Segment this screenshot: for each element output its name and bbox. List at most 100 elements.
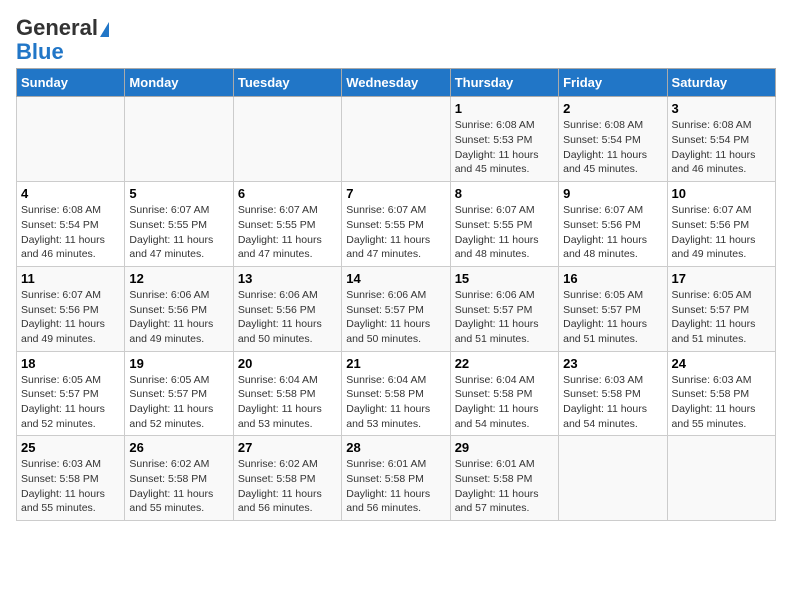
day-number: 2 xyxy=(563,101,662,116)
calendar-cell: 17 Sunrise: 6:05 AM Sunset: 5:57 PM Dayli… xyxy=(667,266,775,351)
calendar-cell xyxy=(125,97,233,182)
calendar-cell: 18 Sunrise: 6:05 AM Sunset: 5:57 PM Dayli… xyxy=(17,351,125,436)
week-row: 25 Sunrise: 6:03 AM Sunset: 5:58 PM Dayli… xyxy=(17,436,776,521)
calendar-cell: 25 Sunrise: 6:03 AM Sunset: 5:58 PM Dayli… xyxy=(17,436,125,521)
day-number: 18 xyxy=(21,356,120,371)
logo-blue: Blue xyxy=(16,39,64,64)
day-number: 25 xyxy=(21,440,120,455)
day-info: Sunrise: 6:04 AM Sunset: 5:58 PM Dayligh… xyxy=(238,373,337,432)
calendar-cell: 10 Sunrise: 6:07 AM Sunset: 5:56 PM Dayli… xyxy=(667,182,775,267)
day-info: Sunrise: 6:03 AM Sunset: 5:58 PM Dayligh… xyxy=(672,373,771,432)
day-number: 28 xyxy=(346,440,445,455)
day-info: Sunrise: 6:03 AM Sunset: 5:58 PM Dayligh… xyxy=(21,457,120,516)
header: General Blue xyxy=(16,16,776,64)
day-info: Sunrise: 6:06 AM Sunset: 5:57 PM Dayligh… xyxy=(455,288,554,347)
day-number: 13 xyxy=(238,271,337,286)
day-number: 26 xyxy=(129,440,228,455)
calendar-cell: 21Sunrise: 6:04 AM Sunset: 5:58 PM Dayli… xyxy=(342,351,450,436)
calendar-cell: 7Sunrise: 6:07 AM Sunset: 5:55 PM Daylig… xyxy=(342,182,450,267)
day-info: Sunrise: 6:05 AM Sunset: 5:57 PM Dayligh… xyxy=(672,288,771,347)
day-info: Sunrise: 6:08 AM Sunset: 5:54 PM Dayligh… xyxy=(672,118,771,177)
day-info: Sunrise: 6:07 AM Sunset: 5:56 PM Dayligh… xyxy=(563,203,662,262)
day-number: 20 xyxy=(238,356,337,371)
day-number: 17 xyxy=(672,271,771,286)
day-info: Sunrise: 6:02 AM Sunset: 5:58 PM Dayligh… xyxy=(238,457,337,516)
day-info: Sunrise: 6:08 AM Sunset: 5:54 PM Dayligh… xyxy=(21,203,120,262)
day-info: Sunrise: 6:07 AM Sunset: 5:55 PM Dayligh… xyxy=(455,203,554,262)
calendar-cell: 5 Sunrise: 6:07 AM Sunset: 5:55 PM Daylig… xyxy=(125,182,233,267)
week-row: 18 Sunrise: 6:05 AM Sunset: 5:57 PM Dayli… xyxy=(17,351,776,436)
day-info: Sunrise: 6:03 AM Sunset: 5:58 PM Dayligh… xyxy=(563,373,662,432)
calendar-cell xyxy=(17,97,125,182)
week-row: 4 Sunrise: 6:08 AM Sunset: 5:54 PM Daylig… xyxy=(17,182,776,267)
calendar-cell: 19 Sunrise: 6:05 AM Sunset: 5:57 PM Dayli… xyxy=(125,351,233,436)
day-number: 12 xyxy=(129,271,228,286)
day-number: 24 xyxy=(672,356,771,371)
day-info: Sunrise: 6:05 AM Sunset: 5:57 PM Dayligh… xyxy=(129,373,228,432)
day-number: 29 xyxy=(455,440,554,455)
calendar-cell: 23 Sunrise: 6:03 AM Sunset: 5:58 PM Dayli… xyxy=(559,351,667,436)
calendar-table: SundayMondayTuesdayWednesdayThursdayFrid… xyxy=(16,68,776,521)
header-thursday: Thursday xyxy=(450,69,558,97)
day-info: Sunrise: 6:01 AM Sunset: 5:58 PM Dayligh… xyxy=(346,457,445,516)
calendar-cell: 9 Sunrise: 6:07 AM Sunset: 5:56 PM Daylig… xyxy=(559,182,667,267)
calendar-cell: 16 Sunrise: 6:05 AM Sunset: 5:57 PM Dayli… xyxy=(559,266,667,351)
calendar-cell xyxy=(342,97,450,182)
calendar-cell: 28 Sunrise: 6:01 AM Sunset: 5:58 PM Dayli… xyxy=(342,436,450,521)
calendar-cell: 26 Sunrise: 6:02 AM Sunset: 5:58 PM Dayli… xyxy=(125,436,233,521)
day-info: Sunrise: 6:01 AM Sunset: 5:58 PM Dayligh… xyxy=(455,457,554,516)
calendar-cell: 22 Sunrise: 6:04 AM Sunset: 5:58 PM Dayli… xyxy=(450,351,558,436)
header-sunday: Sunday xyxy=(17,69,125,97)
header-friday: Friday xyxy=(559,69,667,97)
day-number: 15 xyxy=(455,271,554,286)
week-row: 1 Sunrise: 6:08 AM Sunset: 5:53 PM Daylig… xyxy=(17,97,776,182)
logo-general: General xyxy=(16,15,98,40)
day-number: 8 xyxy=(455,186,554,201)
day-number: 5 xyxy=(129,186,228,201)
day-info: Sunrise: 6:07 AM Sunset: 5:55 PM Dayligh… xyxy=(346,203,445,262)
calendar-cell: 12 Sunrise: 6:06 AM Sunset: 5:56 PM Dayli… xyxy=(125,266,233,351)
calendar-cell: 20 Sunrise: 6:04 AM Sunset: 5:58 PM Dayli… xyxy=(233,351,341,436)
day-number: 23 xyxy=(563,356,662,371)
day-info: Sunrise: 6:02 AM Sunset: 5:58 PM Dayligh… xyxy=(129,457,228,516)
calendar-cell: 11 Sunrise: 6:07 AM Sunset: 5:56 PM Dayli… xyxy=(17,266,125,351)
calendar-cell: 4 Sunrise: 6:08 AM Sunset: 5:54 PM Daylig… xyxy=(17,182,125,267)
logo-icon xyxy=(100,22,109,37)
day-number: 3 xyxy=(672,101,771,116)
day-number: 9 xyxy=(563,186,662,201)
day-info: Sunrise: 6:06 AM Sunset: 5:56 PM Dayligh… xyxy=(129,288,228,347)
day-number: 22 xyxy=(455,356,554,371)
day-number: 11 xyxy=(21,271,120,286)
day-info: Sunrise: 6:07 AM Sunset: 5:55 PM Dayligh… xyxy=(129,203,228,262)
calendar-cell: 14 Sunrise: 6:06 AM Sunset: 5:57 PM Dayli… xyxy=(342,266,450,351)
day-info: Sunrise: 6:06 AM Sunset: 5:57 PM Dayligh… xyxy=(346,288,445,347)
calendar-cell: 6Sunrise: 6:07 AM Sunset: 5:55 PM Daylig… xyxy=(233,182,341,267)
day-number: 16 xyxy=(563,271,662,286)
calendar-cell: 29 Sunrise: 6:01 AM Sunset: 5:58 PM Dayli… xyxy=(450,436,558,521)
day-info: Sunrise: 6:07 AM Sunset: 5:56 PM Dayligh… xyxy=(21,288,120,347)
calendar-cell xyxy=(233,97,341,182)
header-tuesday: Tuesday xyxy=(233,69,341,97)
calendar-cell: 2Sunrise: 6:08 AM Sunset: 5:54 PM Daylig… xyxy=(559,97,667,182)
day-number: 27 xyxy=(238,440,337,455)
header-monday: Monday xyxy=(125,69,233,97)
day-number: 14 xyxy=(346,271,445,286)
calendar-cell xyxy=(667,436,775,521)
day-info: Sunrise: 6:04 AM Sunset: 5:58 PM Dayligh… xyxy=(455,373,554,432)
calendar-cell: 27 Sunrise: 6:02 AM Sunset: 5:58 PM Dayli… xyxy=(233,436,341,521)
day-info: Sunrise: 6:07 AM Sunset: 5:56 PM Dayligh… xyxy=(672,203,771,262)
day-number: 1 xyxy=(455,101,554,116)
day-info: Sunrise: 6:05 AM Sunset: 5:57 PM Dayligh… xyxy=(21,373,120,432)
day-number: 10 xyxy=(672,186,771,201)
day-info: Sunrise: 6:05 AM Sunset: 5:57 PM Dayligh… xyxy=(563,288,662,347)
day-number: 21 xyxy=(346,356,445,371)
calendar-cell: 24 Sunrise: 6:03 AM Sunset: 5:58 PM Dayli… xyxy=(667,351,775,436)
day-number: 19 xyxy=(129,356,228,371)
week-row: 11 Sunrise: 6:07 AM Sunset: 5:56 PM Dayli… xyxy=(17,266,776,351)
day-info: Sunrise: 6:06 AM Sunset: 5:56 PM Dayligh… xyxy=(238,288,337,347)
calendar-header-row: SundayMondayTuesdayWednesdayThursdayFrid… xyxy=(17,69,776,97)
calendar-cell: 13 Sunrise: 6:06 AM Sunset: 5:56 PM Dayli… xyxy=(233,266,341,351)
day-info: Sunrise: 6:08 AM Sunset: 5:53 PM Dayligh… xyxy=(455,118,554,177)
day-number: 4 xyxy=(21,186,120,201)
header-saturday: Saturday xyxy=(667,69,775,97)
